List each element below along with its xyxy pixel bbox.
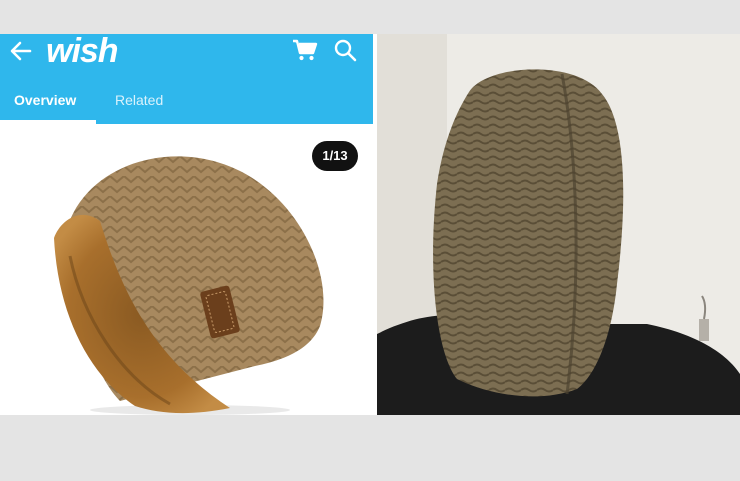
active-tab-indicator: [0, 120, 96, 124]
hat-worn-photo: [377, 34, 740, 415]
image-counter-badge: 1/13: [312, 141, 358, 171]
tab-related[interactable]: Related: [115, 92, 163, 108]
app-bar: wish Overview Related: [0, 34, 373, 124]
back-arrow-icon[interactable]: [8, 38, 34, 64]
cart-icon[interactable]: [292, 38, 318, 62]
beanie-product-image[interactable]: [40, 126, 340, 415]
tab-overview[interactable]: Overview: [14, 92, 76, 108]
search-icon[interactable]: [333, 38, 357, 62]
product-screen: wish Overview Related 1/13: [0, 34, 373, 415]
wish-logo[interactable]: wish: [46, 34, 119, 71]
customer-photo: [377, 34, 740, 415]
